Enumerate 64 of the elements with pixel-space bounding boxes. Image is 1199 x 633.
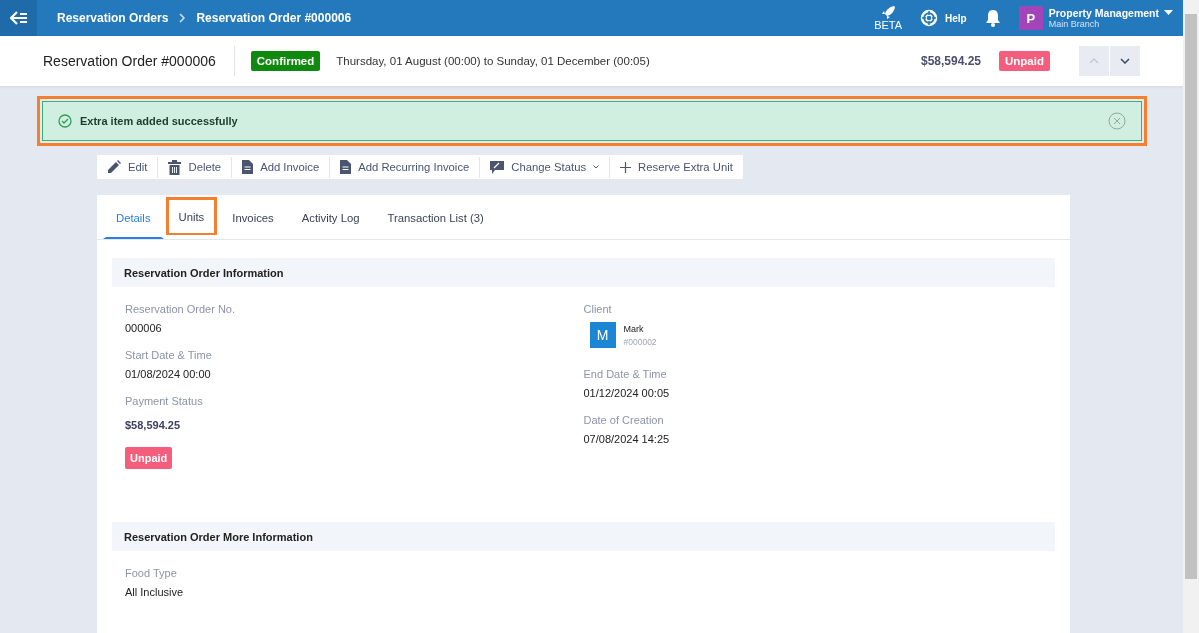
field-value: 01/12/2024 00:05 [583, 387, 671, 399]
toolbar-button[interactable]: Edit [97, 156, 159, 178]
lifebuoy-icon [920, 9, 939, 27]
field-value: 01/08/2024 00:00 [125, 368, 212, 380]
toolbar-button[interactable]: Add Invoice [232, 156, 331, 178]
page-title: Reservation Order #000006 [43, 46, 235, 76]
close-icon [1108, 112, 1126, 130]
trash-icon [168, 159, 182, 175]
toolbar-button[interactable]: Add Recurring Invoice [330, 156, 481, 178]
client-code: #000002 [623, 336, 657, 347]
payment-badge: Unpaid [999, 51, 1050, 71]
pencil-icon [107, 160, 121, 174]
account-name: Property Management [1048, 7, 1159, 19]
back-menu-icon [9, 11, 28, 25]
field-label: End Date & Time [583, 368, 668, 380]
tab[interactable]: Activity Log [288, 195, 373, 239]
status-badge: Confirmed [250, 51, 321, 71]
back-button[interactable] [0, 0, 37, 36]
payment-amount: $58,594.25 [125, 419, 182, 431]
help-button[interactable]: Help [920, 9, 967, 27]
account-menu[interactable]: P Property Management Main Branch [1018, 6, 1173, 30]
tab[interactable]: Details [103, 195, 164, 239]
breadcrumb-link[interactable]: Reservation Orders [57, 11, 169, 25]
field-value: All Inclusive [125, 586, 185, 598]
toolbar-button[interactable]: Reserve Extra Unit [610, 156, 743, 178]
tab[interactable]: Units [165, 197, 218, 235]
field-label: Reservation Order No. [125, 303, 237, 315]
field-label: Start Date & Time [125, 349, 213, 361]
client-name[interactable]: Mark [623, 323, 657, 334]
check-circle-icon [58, 114, 72, 128]
plus-icon [620, 161, 632, 173]
field-label: Client [583, 303, 613, 315]
notifications-button[interactable] [984, 9, 1001, 27]
date-range: Thursday, 01 August (00:00) to Sunday, 01 December (00:05) [336, 55, 650, 67]
rocket-icon [880, 5, 897, 19]
field-value: 000006 [125, 322, 163, 334]
section-header: Reservation Order Information [112, 258, 1055, 287]
delete-button[interactable]: Delete [158, 156, 233, 178]
alert-message: Extra item added successfully [80, 115, 238, 127]
document-icon [340, 160, 352, 174]
total-amount: $58,594.25 [920, 54, 981, 68]
chevron-up-icon [1089, 58, 1099, 64]
tab[interactable]: Transaction List (3) [374, 195, 497, 239]
caret-down-icon [1164, 10, 1173, 16]
close-button[interactable] [1108, 112, 1126, 130]
field-label: Date of Creation [583, 414, 665, 426]
account-branch: Main Branch [1048, 19, 1100, 29]
account-avatar: P [1018, 6, 1043, 30]
document-icon [242, 160, 254, 174]
bell-icon [984, 9, 1001, 27]
toolbar-button[interactable]: Change Status [480, 156, 611, 178]
section-header: Reservation Order More Information [112, 522, 1055, 551]
field-label: Payment Status [125, 395, 204, 407]
field-label: Food Type [125, 567, 178, 579]
beta-button[interactable]: BETA [874, 5, 903, 31]
tab[interactable]: Invoices [219, 195, 287, 239]
field-value: 07/08/2024 14:25 [583, 433, 671, 445]
chevron-right-icon [178, 13, 187, 23]
payment-badge: Unpaid [125, 447, 173, 469]
chevron-down-icon [1120, 58, 1130, 64]
breadcrumb-current: Reservation Order #000006 [196, 11, 352, 25]
next-button[interactable] [1110, 46, 1140, 76]
client-avatar: M [589, 322, 616, 348]
comment-edit-icon [490, 160, 505, 174]
